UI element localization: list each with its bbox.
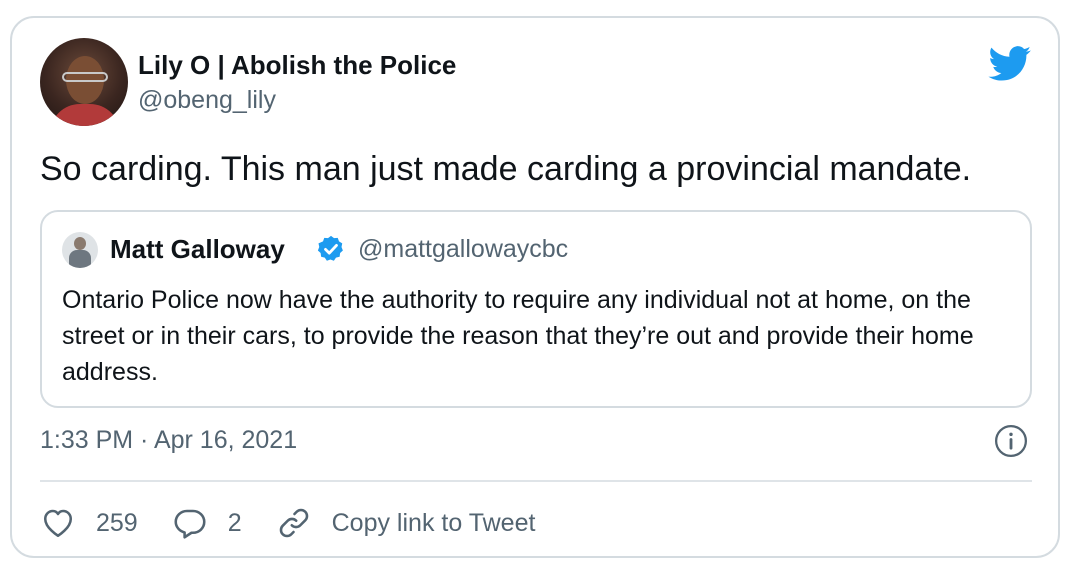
author-avatar[interactable] <box>40 38 128 126</box>
quoted-tweet[interactable]: Matt Galloway @mattgallowaycbc Ontario P… <box>40 210 1032 408</box>
reply-button[interactable]: 2 <box>172 505 242 541</box>
divider <box>40 480 1032 482</box>
tweet-actions: 259 2 Copy link to Tweet <box>40 502 569 544</box>
like-count: 259 <box>96 508 138 537</box>
quoted-tweet-text: Ontario Police now have the authority to… <box>62 286 974 386</box>
tweet-text: So carding. This man just made carding a… <box>40 150 972 188</box>
tweet-timestamp[interactable]: 1:33 PM · Apr 16, 2021 <box>40 426 297 455</box>
copy-link-label: Copy link to Tweet <box>331 508 536 537</box>
quoted-avatar-body <box>69 250 91 268</box>
author-handle[interactable]: @obeng_lily <box>138 86 276 115</box>
reply-bubble-icon <box>174 509 206 539</box>
author-display-name[interactable]: Lily O | Abolish the Police <box>138 50 456 81</box>
avatar-shirt <box>50 104 120 126</box>
quoted-avatar-head <box>74 237 86 250</box>
heart-icon <box>43 509 73 538</box>
quoted-author-handle[interactable]: @mattgallowaycbc <box>358 235 568 264</box>
quoted-author-name[interactable]: Matt Galloway <box>110 234 285 265</box>
copy-link-button[interactable]: Copy link to Tweet <box>276 505 536 541</box>
info-icon[interactable] <box>994 424 1028 458</box>
twitter-bird-icon[interactable] <box>988 46 1032 82</box>
avatar-glasses <box>62 72 108 82</box>
reply-count: 2 <box>227 508 242 537</box>
like-button[interactable]: 259 <box>40 505 138 541</box>
quoted-author-avatar[interactable] <box>62 232 98 268</box>
verified-badge-icon <box>317 235 343 261</box>
link-icon <box>279 508 308 538</box>
tweet-card: Lily O | Abolish the Police @obeng_lily … <box>10 16 1060 558</box>
